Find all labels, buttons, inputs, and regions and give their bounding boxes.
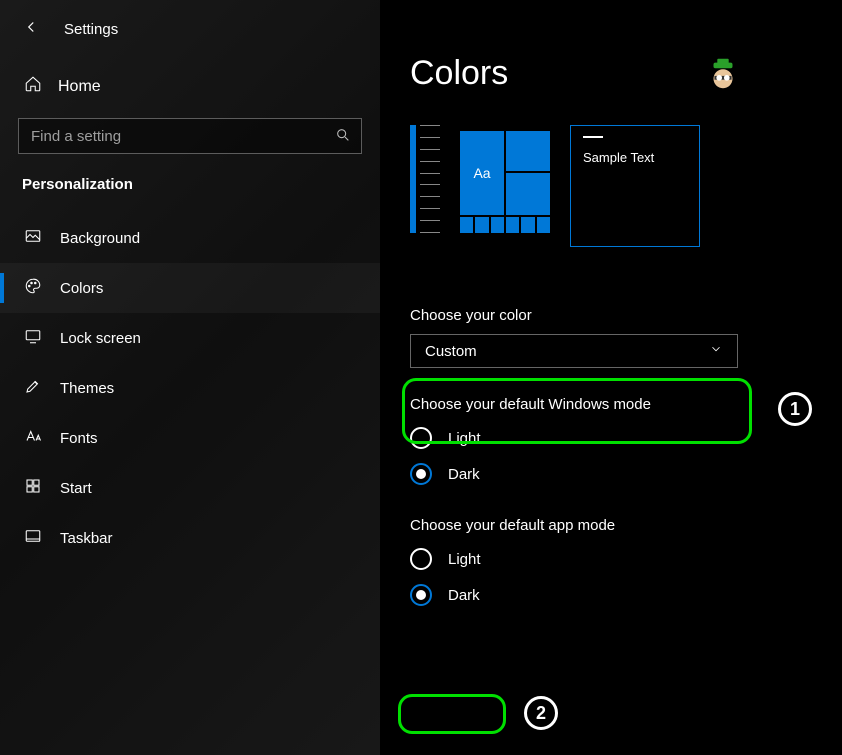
section-header: Personalization <box>0 176 380 213</box>
sidebar-item-colors[interactable]: Colors <box>0 263 380 313</box>
sidebar-item-label: Start <box>60 480 92 497</box>
sidebar-item-start[interactable]: Start <box>0 463 380 513</box>
app-mode-dark[interactable]: Dark <box>410 584 842 606</box>
search-box[interactable] <box>18 118 362 154</box>
app-title: Settings <box>64 21 118 38</box>
sidebar-item-lock-screen[interactable]: Lock screen <box>0 313 380 363</box>
font-icon <box>24 427 42 449</box>
preview-aa-tile: Aa <box>460 131 504 215</box>
radio-icon <box>410 548 432 570</box>
brush-icon <box>24 377 42 399</box>
sidebar-item-themes[interactable]: Themes <box>0 363 380 413</box>
preview-ruler <box>410 125 440 233</box>
main-content: Colors Aa Sample Text Choose your color … <box>380 0 842 755</box>
taskbar-icon <box>24 527 42 549</box>
chevron-down-icon <box>709 342 723 360</box>
picture-icon <box>24 227 42 249</box>
start-tiles-icon <box>24 477 42 499</box>
color-select-value: Custom <box>425 343 477 360</box>
sidebar-item-taskbar[interactable]: Taskbar <box>0 513 380 563</box>
page-title: Colors <box>410 54 842 93</box>
preview-start-tiles: Aa <box>460 125 550 233</box>
mascot-icon <box>704 55 742 98</box>
preview-window-text: Sample Text <box>583 150 687 165</box>
search-icon <box>335 127 351 146</box>
home-label: Home <box>58 78 101 96</box>
nav: Background Colors Lock screen Themes Fon… <box>0 213 380 563</box>
radio-label: Dark <box>448 466 480 483</box>
sidebar-item-fonts[interactable]: Fonts <box>0 413 380 463</box>
app-mode-label: Choose your default app mode <box>410 517 842 534</box>
back-button[interactable] <box>18 14 44 45</box>
radio-label: Dark <box>448 587 480 604</box>
color-select[interactable]: Custom <box>410 334 738 368</box>
title-bar: Settings <box>0 0 380 55</box>
color-select-label: Choose your color <box>410 307 842 324</box>
sidebar-item-label: Lock screen <box>60 330 141 347</box>
sidebar-item-label: Fonts <box>60 430 98 447</box>
home-button[interactable]: Home <box>0 55 380 118</box>
radio-label: Light <box>448 551 481 568</box>
radio-icon <box>410 427 432 449</box>
palette-icon <box>24 277 42 299</box>
app-mode-light[interactable]: Light <box>410 548 842 570</box>
sidebar-item-label: Themes <box>60 380 114 397</box>
radio-label: Light <box>448 430 481 447</box>
home-icon <box>24 75 42 98</box>
sidebar-item-background[interactable]: Background <box>0 213 380 263</box>
color-preview: Aa Sample Text <box>410 125 842 247</box>
radio-icon <box>410 463 432 485</box>
sidebar-item-label: Taskbar <box>60 530 113 547</box>
search-input[interactable] <box>31 128 335 145</box>
preview-window: Sample Text <box>570 125 700 247</box>
sidebar: Settings Home Personalization Background… <box>0 0 380 755</box>
windows-mode-label: Choose your default Windows mode <box>410 396 842 413</box>
radio-icon <box>410 584 432 606</box>
windows-mode-dark[interactable]: Dark <box>410 463 842 485</box>
windows-mode-light[interactable]: Light <box>410 427 842 449</box>
monitor-icon <box>24 327 42 349</box>
sidebar-item-label: Background <box>60 230 140 247</box>
sidebar-item-label: Colors <box>60 280 103 297</box>
